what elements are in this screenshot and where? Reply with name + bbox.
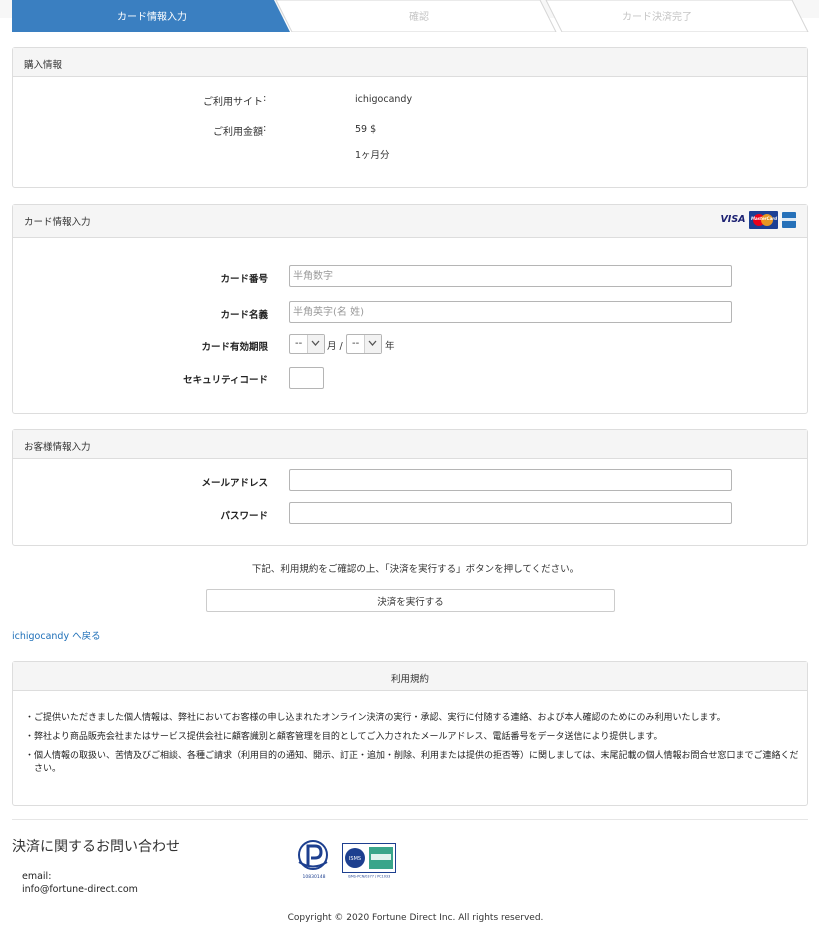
card-name-input[interactable] — [289, 301, 732, 323]
expiry-year-value: -- — [352, 338, 360, 349]
customer-info-title: お客様情報入力 — [24, 442, 91, 453]
step-2-label: 確認 — [409, 12, 429, 23]
chevron-down-icon — [364, 335, 381, 353]
contact-title: 決済に関するお問い合わせ — [12, 839, 180, 855]
email-label: メールアドレス — [201, 478, 268, 489]
back-to-site-link[interactable]: ichigocandy へ戻る — [12, 628, 101, 642]
security-code-input[interactable] — [289, 367, 324, 389]
terms-item: ・ ご提供いただきました個人情報は、弊社においてお客様の申し込まれたオンライン決… — [25, 712, 805, 725]
email-input[interactable] — [289, 469, 732, 491]
step-3-label: カード決済完了 — [622, 12, 692, 23]
terms-header: 利用規約 — [13, 662, 807, 691]
password-input[interactable] — [289, 502, 732, 524]
terms-panel: 利用規約 ・ ご提供いただきました個人情報は、弊社においてお客様の申し込まれたオ… — [12, 661, 808, 806]
purchase-info-panel: 購入情報 ご利用サイト : ichigocandy ご利用金額 : 59 $ 1… — [12, 47, 808, 188]
card-expiry-label: カード有効期限 — [201, 342, 268, 353]
terms-bullet: ・ — [25, 751, 35, 761]
svg-text:ISMS: ISMS — [349, 856, 361, 862]
site-label: ご利用サイト — [203, 97, 263, 108]
period-value: 1ヶ月分 — [355, 150, 390, 161]
mastercard-logo: MasterCard — [749, 211, 778, 229]
card-info-title: カード情報入力 — [24, 217, 91, 228]
amount-label: ご利用金額 — [213, 127, 263, 138]
step-1-label: カード情報入力 — [117, 12, 187, 23]
card-number-input[interactable] — [289, 265, 732, 287]
terms-bullet: ・ — [25, 713, 35, 723]
card-number-label: カード番号 — [220, 274, 268, 285]
mastercard-text: MasterCard — [751, 216, 778, 221]
customer-info-header: お客様情報入力 — [13, 430, 807, 459]
expiry-year-unit: 年 — [385, 341, 395, 352]
customer-info-panel: お客様情報入力 メールアドレス パスワード — [12, 429, 808, 546]
execute-payment-button[interactable]: 決済を実行する — [206, 589, 615, 612]
terms-title: 利用規約 — [390, 674, 429, 685]
terms-item-text: 個人情報の取扱い、苦情及びご相談、各種ご請求（利用目的の通知、開示、訂正・追加・… — [34, 751, 799, 774]
purchase-info-title: 購入情報 — [24, 60, 63, 71]
terms-item: ・ 個人情報の取扱い、苦情及びご相談、各種ご請求（利用目的の通知、開示、訂正・追… — [25, 750, 805, 776]
expiry-month-unit: 月 / — [327, 341, 343, 352]
password-label: パスワード — [220, 511, 268, 522]
isms-seal: ISMS ISMS-PCN/0377 / PC1033 — [342, 843, 396, 879]
step-progress-bar: カード情報入力 確認 カード決済完了 — [12, 0, 810, 32]
purchase-info-header: 購入情報 — [13, 48, 807, 77]
expiry-month-value: -- — [295, 338, 303, 349]
chevron-down-icon — [307, 335, 324, 353]
copyright-text: Copyright © 2020 Fortune Direct Inc. All… — [287, 913, 544, 923]
visa-logo: VISA — [720, 214, 746, 225]
terms-notice: 下記、利用規約をご確認の上、「決済を実行する」ボタンを押してください。 — [251, 564, 580, 575]
privacy-mark-seal: 10830148 — [298, 840, 328, 880]
site-value: ichigocandy — [355, 94, 413, 105]
site-colon: : — [263, 93, 267, 104]
amount-value: 59 $ — [355, 124, 377, 135]
terms-item-text: ご提供いただきました個人情報は、弊社においてお客様の申し込まれたオンライン決済の… — [34, 713, 726, 723]
isms-text: ISMS-PCN/0377 / PC1033 — [348, 875, 391, 879]
footer-divider — [12, 819, 808, 820]
amex-logo — [782, 212, 796, 228]
privacy-mark-number: 10830148 — [303, 874, 326, 880]
expiry-year-select[interactable]: -- — [346, 334, 382, 354]
contact-email-value: info@fortune-direct.com — [22, 884, 138, 895]
terms-item: ・ 弊社より商品販売会社またはサービス提供会社に顧客識別と顧客管理を目的としてご… — [25, 731, 805, 744]
card-info-header: カード情報入力 VISA MasterCard — [13, 205, 807, 238]
terms-item-text: 弊社より商品販売会社またはサービス提供会社に顧客識別と顧客管理を目的としてご入力… — [34, 732, 663, 742]
card-brand-logos: VISA MasterCard — [720, 211, 796, 229]
amex-band — [782, 218, 796, 221]
terms-list: ・ ご提供いただきました個人情報は、弊社においてお客様の申し込まれたオンライン決… — [25, 712, 805, 782]
amount-colon: : — [263, 123, 267, 134]
security-code-label: セキュリティコード — [183, 375, 268, 386]
terms-bullet: ・ — [25, 732, 35, 742]
contact-email-label: email: — [22, 871, 52, 882]
card-info-panel: カード情報入力 VISA MasterCard カード番号 カード名義 カード有… — [12, 204, 808, 414]
card-name-label: カード名義 — [220, 310, 268, 321]
expiry-month-select[interactable]: -- — [289, 334, 325, 354]
